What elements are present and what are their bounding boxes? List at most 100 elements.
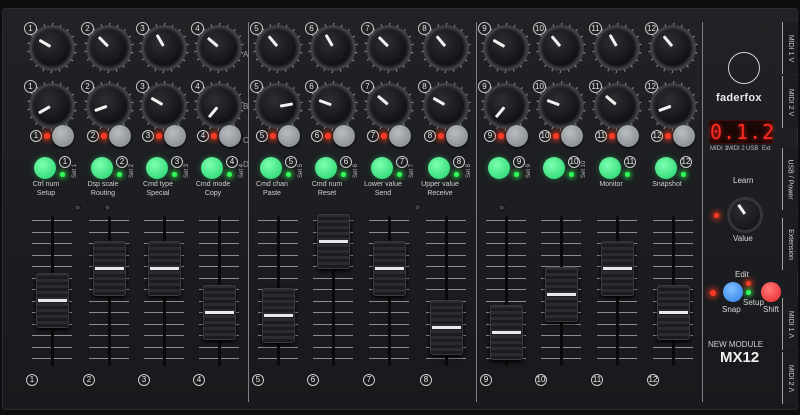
channel-number: 3 — [142, 130, 154, 142]
fader-number: 3 — [138, 374, 150, 386]
grey-button-3[interactable] — [164, 125, 186, 147]
knob-number: 9 — [478, 22, 491, 35]
channel-number: 2 — [116, 156, 128, 168]
grey-button-1[interactable] — [52, 125, 74, 147]
knob-b-6[interactable] — [315, 88, 351, 124]
grey-button-2[interactable] — [109, 125, 131, 147]
fader-3[interactable] — [148, 241, 181, 297]
knob-a-6[interactable] — [315, 30, 351, 66]
knob-a-4[interactable] — [201, 30, 237, 66]
channel-number: 1 — [59, 156, 71, 168]
set-label: Set 10 — [581, 160, 587, 178]
shift-button[interactable] — [761, 282, 781, 302]
screw — [414, 204, 421, 211]
knob-a-7[interactable] — [371, 30, 407, 66]
fader-6[interactable] — [317, 213, 350, 269]
fader-number: 7 — [363, 374, 375, 386]
grey-button-4[interactable] — [219, 125, 241, 147]
green-button-4[interactable] — [201, 157, 223, 179]
green-button-3[interactable] — [146, 157, 168, 179]
knob-number: 7 — [361, 80, 374, 93]
function-label-top: Ctrl num — [32, 181, 60, 188]
knob-a-12[interactable] — [655, 30, 691, 66]
green-button-5[interactable] — [260, 157, 282, 179]
function-label-top: Cmd chan — [256, 181, 288, 188]
green-button-2[interactable] — [91, 157, 113, 179]
screw — [104, 204, 111, 211]
green-button-11[interactable] — [599, 157, 621, 179]
set-label: Set 5 — [298, 163, 304, 178]
knob-b-7[interactable] — [371, 88, 407, 124]
button-led — [60, 172, 65, 177]
grey-button-8[interactable] — [446, 125, 468, 147]
channel-number: 11 — [595, 130, 607, 142]
function-label-top: Lower value — [364, 181, 402, 188]
grey-button-12[interactable] — [673, 125, 695, 147]
fader-2[interactable] — [93, 241, 126, 297]
green-button-10[interactable] — [543, 157, 565, 179]
grey-button-9[interactable] — [506, 125, 528, 147]
fader-11[interactable] — [601, 241, 634, 297]
mixer-device: A B C D 1 1 1 1 Set 1 Ctrl num Setup 1 2 2 2 2 Set 2… — [2, 8, 798, 410]
knob-a-11[interactable] — [599, 30, 635, 66]
channel-number: 7 — [396, 156, 408, 168]
function-label-bottom: Setup — [36, 190, 56, 197]
knob-number: 3 — [136, 22, 149, 35]
connector-tabs: MIDI 1 V MIDI 2 V USB / Power Extension … — [782, 8, 798, 410]
knob-b-12[interactable] — [655, 88, 691, 124]
fader-10[interactable] — [545, 267, 578, 322]
value-label: Value — [733, 234, 753, 243]
fader-5[interactable] — [262, 288, 295, 344]
fader-12[interactable] — [657, 284, 690, 340]
knob-a-1[interactable] — [34, 30, 70, 66]
button-led — [569, 172, 574, 177]
tab-usb-power: USB / Power — [782, 148, 798, 210]
knob-a-9[interactable] — [488, 30, 524, 66]
knob-number: 1 — [24, 22, 37, 35]
green-button-12[interactable] — [655, 157, 677, 179]
knob-b-9[interactable] — [488, 88, 524, 124]
green-button-9[interactable] — [488, 157, 510, 179]
knob-b-5[interactable] — [260, 88, 296, 124]
snap-button[interactable] — [723, 282, 743, 302]
fader-9[interactable] — [490, 304, 523, 360]
function-label: Snapshot — [639, 180, 695, 189]
knob-b-8[interactable] — [428, 88, 464, 124]
grey-button-6[interactable] — [333, 125, 355, 147]
green-button-1[interactable] — [34, 157, 56, 179]
value-encoder[interactable] — [730, 200, 760, 230]
function-label-bottom: Paste — [263, 190, 281, 197]
grey-button-5[interactable] — [278, 125, 300, 147]
knob-number: 4 — [191, 22, 204, 35]
shift-label: Shift — [763, 305, 780, 314]
set-label: Set 3 — [184, 163, 190, 178]
knob-a-10[interactable] — [543, 30, 579, 66]
knob-b-4[interactable] — [201, 88, 237, 124]
green-button-6[interactable] — [315, 157, 337, 179]
knob-number: 11 — [589, 22, 602, 35]
grey-button-10[interactable] — [561, 125, 583, 147]
fader-number: 11 — [591, 374, 603, 386]
fader-1[interactable] — [36, 272, 69, 328]
fader-8[interactable] — [430, 300, 463, 356]
fader-7[interactable] — [373, 241, 406, 297]
knob-b-2[interactable] — [91, 88, 127, 124]
knob-b-10[interactable] — [543, 88, 579, 124]
knob-b-11[interactable] — [599, 88, 635, 124]
button-led — [381, 133, 387, 139]
faderfox-logo-icon — [728, 52, 760, 84]
grey-button-7[interactable] — [389, 125, 411, 147]
function-label: Cmd chan Paste — [244, 180, 300, 198]
knob-a-5[interactable] — [260, 30, 296, 66]
knob-a-2[interactable] — [91, 30, 127, 66]
grey-button-11[interactable] — [617, 125, 639, 147]
function-label-bottom: Routing — [90, 190, 116, 197]
green-button-8[interactable] — [428, 157, 450, 179]
knob-a-3[interactable] — [146, 30, 182, 66]
fader-4[interactable] — [203, 284, 236, 340]
green-button-7[interactable] — [371, 157, 393, 179]
knob-b-3[interactable] — [146, 88, 182, 124]
row-letter-c: C — [243, 136, 249, 145]
knob-b-1[interactable] — [34, 88, 70, 124]
knob-a-8[interactable] — [428, 30, 464, 66]
